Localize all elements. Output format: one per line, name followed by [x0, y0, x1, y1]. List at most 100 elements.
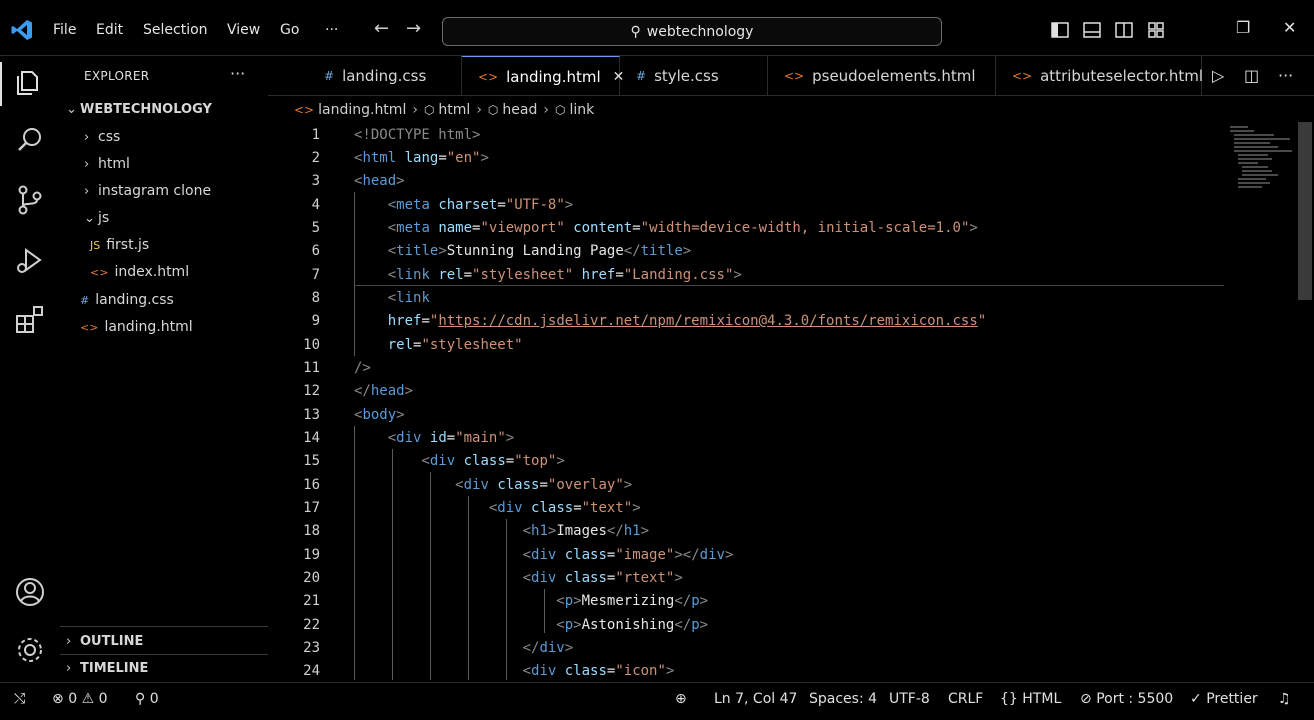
close-window-icon[interactable]: ✕: [1283, 18, 1296, 37]
tree-file-index-html[interactable]: <> index.html: [90, 264, 189, 280]
search-icon[interactable]: [12, 122, 48, 158]
braces-icon: {}: [1000, 691, 1018, 707]
code-line: 21 <p>Mesmerizing</p>: [303, 593, 709, 609]
breadcrumb-file[interactable]: landing.html: [318, 102, 406, 118]
timeline-section[interactable]: › TIMELINE: [66, 660, 148, 676]
menu-selection[interactable]: Selection: [143, 22, 208, 38]
encoding[interactable]: UTF-8: [889, 691, 930, 707]
workspace-root[interactable]: ⌄ WEBTECHNOLOGY: [66, 101, 212, 117]
code-line: 2 <html lang="en">: [311, 150, 489, 166]
toggle-panel-icon[interactable]: [1082, 20, 1102, 40]
command-center-search[interactable]: ⚲ webtechnology: [442, 17, 942, 46]
toggle-primary-sidebar-icon[interactable]: [1050, 20, 1070, 40]
code-line: 24 <div class="icon">: [303, 663, 675, 679]
toggle-secondary-sidebar-icon[interactable]: [1114, 20, 1134, 40]
tab-landing-html[interactable]: <> landing.html ✕: [462, 56, 624, 96]
accounts-icon[interactable]: [12, 574, 48, 610]
extensions-icon[interactable]: [12, 302, 48, 338]
minimap[interactable]: [1228, 124, 1294, 194]
code-line: 13 <body>: [303, 407, 405, 423]
tree-item-label: js: [98, 210, 110, 226]
remixicon-link[interactable]: https://cdn.jsdelivr.net/npm/remixicon@4…: [438, 313, 977, 329]
forward-arrow-icon[interactable]: →: [406, 18, 421, 39]
html-file-icon: <>: [478, 69, 499, 84]
run-icon[interactable]: ▷: [1212, 66, 1224, 85]
live-server-port[interactable]: ⊘ Port : 5500: [1080, 691, 1173, 707]
html-file-icon: <>: [294, 103, 315, 117]
menu-file[interactable]: File: [53, 22, 76, 38]
code-line: 17 <div class="text">: [303, 500, 641, 516]
error-icon: ⊗: [52, 691, 64, 707]
chevron-right-icon: ›: [84, 184, 90, 199]
tree-folder-js[interactable]: ⌄ js: [84, 210, 109, 226]
chevron-down-icon: ⌄: [84, 211, 95, 226]
tab-label: pseudoelements.html: [812, 67, 976, 85]
restore-window-icon[interactable]: ❐: [1236, 18, 1250, 37]
tree-item-label: instagram clone: [98, 183, 212, 199]
vertical-scrollbar[interactable]: [1298, 122, 1312, 300]
activity-bar: [0, 56, 60, 680]
outline-section[interactable]: › OUTLINE: [66, 633, 143, 649]
search-text: webtechnology: [646, 23, 754, 40]
tree-file-landing-html[interactable]: <> landing.html: [80, 319, 193, 335]
radio-tower-icon: ⚲: [135, 691, 146, 707]
explorer-sidebar: EXPLORER ··· ⌄ WEBTECHNOLOGY › css › html ›…: [60, 56, 268, 680]
zoom-icon[interactable]: ⊕: [675, 691, 687, 707]
source-control-icon[interactable]: [12, 182, 48, 218]
html-file-icon: <>: [80, 321, 99, 334]
double-check-icon: ✓: [1190, 691, 1202, 707]
breadcrumb-head[interactable]: head: [502, 102, 537, 118]
tree-file-landing-css[interactable]: # landing.css: [80, 292, 174, 308]
menu-more[interactable]: ···: [325, 22, 338, 38]
code-line: 6 <title>Stunning Landing Page</title>: [311, 243, 692, 259]
chevron-down-icon: ⌄: [66, 102, 77, 117]
end-of-line[interactable]: CRLF: [948, 691, 983, 707]
html-file-icon: <>: [1012, 69, 1033, 83]
code-line: 19 <div class="image"></div>: [303, 547, 734, 563]
indentation[interactable]: Spaces: 4: [809, 691, 877, 707]
code-line: 1 <!DOCTYPE html>: [311, 127, 481, 143]
tree-folder-instagram-clone[interactable]: › instagram clone: [84, 183, 211, 199]
tab-style-css[interactable]: # style.css: [620, 56, 768, 96]
menu-go[interactable]: Go: [280, 22, 299, 38]
css-file-icon: #: [636, 69, 647, 83]
explorer-more-actions[interactable]: ···: [230, 64, 245, 83]
section-divider: [60, 654, 268, 655]
code-line: 12 </head>: [303, 383, 414, 399]
problems-indicator[interactable]: ⊗ 0 ⚠ 0: [52, 691, 108, 707]
customize-layout-icon[interactable]: [1146, 20, 1166, 40]
code-line: 18 <h1>Images</h1>: [303, 523, 650, 539]
breadcrumb-separator: ›: [412, 102, 418, 118]
tree-folder-html[interactable]: › html: [84, 156, 130, 172]
tree-item-label: first.js: [106, 237, 150, 253]
chevron-right-icon: ›: [66, 661, 72, 676]
menu-edit[interactable]: Edit: [96, 22, 123, 38]
breadcrumb-link[interactable]: link: [569, 102, 594, 118]
tab-landing-css[interactable]: # landing.css: [308, 56, 462, 96]
tree-item-label: index.html: [114, 264, 190, 280]
settings-gear-icon[interactable]: [12, 632, 48, 668]
prettier-status[interactable]: ✓ Prettier: [1190, 691, 1258, 707]
cursor-position[interactable]: Ln 7, Col 47: [714, 691, 797, 707]
ports-indicator[interactable]: ⚲ 0: [135, 691, 159, 707]
code-editor[interactable]: 1 <!DOCTYPE html> 2 <html lang="en"> 3 <hea…: [268, 122, 1298, 680]
menu-view[interactable]: View: [227, 22, 260, 38]
language-mode[interactable]: {} HTML: [1000, 691, 1061, 707]
tree-item-label: html: [98, 156, 130, 172]
remote-icon[interactable]: ⤭: [14, 691, 25, 707]
chevron-right-icon: ›: [84, 130, 90, 145]
back-arrow-icon[interactable]: ←: [374, 18, 389, 39]
tree-file-first-js[interactable]: JS first.js: [90, 237, 149, 253]
breadcrumb-html[interactable]: html: [438, 102, 470, 118]
code-line: 5 <meta name="viewport" content="width=d…: [311, 220, 978, 236]
tab-attributeselector-html[interactable]: <> attributeselector.html: [996, 56, 1203, 96]
split-editor-icon[interactable]: ◫: [1244, 66, 1259, 85]
more-actions-icon[interactable]: ···: [1278, 66, 1293, 85]
tree-folder-css[interactable]: › css: [84, 129, 120, 145]
css-file-icon: #: [324, 69, 335, 83]
breadcrumb-separator: ›: [543, 102, 549, 118]
tab-pseudoelements-html[interactable]: <> pseudoelements.html: [768, 56, 996, 96]
notifications-bell-icon[interactable]: ♫: [1278, 691, 1291, 707]
explorer-icon[interactable]: [12, 64, 48, 100]
run-debug-icon[interactable]: [12, 242, 48, 278]
